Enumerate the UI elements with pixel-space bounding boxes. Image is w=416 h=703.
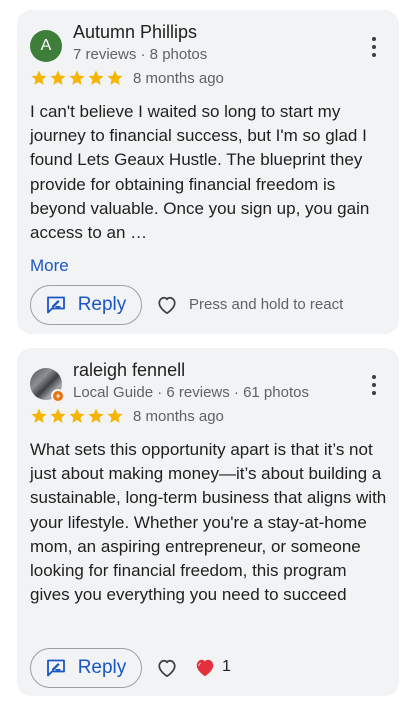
reply-icon [46,659,65,677]
heart-outline-icon[interactable] [156,658,178,678]
reply-button[interactable]: Reply [30,648,142,688]
reviewer-name[interactable]: Autumn Phillips [73,22,197,43]
react-hint: Press and hold to react [189,296,344,313]
more-link[interactable]: More [30,256,69,276]
reply-icon [46,296,65,314]
star-icon [69,70,85,85]
star-icon [31,70,47,85]
reviewer-name[interactable]: raleigh fennell [73,360,185,381]
avatar[interactable]: A [30,30,62,62]
review-time: 8 months ago [133,407,224,425]
star-icon [107,408,123,423]
reply-label: Reply [77,657,127,678]
star-icon [31,408,47,423]
reply-button[interactable]: Reply [30,285,142,325]
review-card: + raleigh fennell Local Guide · 6 review… [17,348,399,696]
avatar-letter: A [40,37,52,54]
reviewer-meta: Local Guide · 6 reviews · 61 photos [73,384,309,401]
star-icon [88,408,104,423]
star-icon [69,408,85,423]
avatar[interactable]: + [30,368,65,403]
star-icon [50,70,66,85]
rating-row: 8 months ago [30,69,224,87]
review-text: What sets this opportunity apart is that… [30,440,387,605]
star-icon [50,408,66,423]
reply-label: Reply [77,294,127,315]
reviewer-meta: 7 reviews · 8 photos [73,46,208,63]
more-options-icon[interactable] [371,375,377,395]
star-icon [107,70,123,85]
review-card: A Autumn Phillips 7 reviews · 8 photos 8… [17,10,399,334]
reaction-count: 1 [222,658,231,675]
review-time: 8 months ago [133,69,224,87]
rating-row: 8 months ago [30,407,224,425]
local-guide-badge-icon: + [51,389,65,403]
star-icon [88,70,104,85]
star-rating [30,407,124,425]
red-heart-reaction-icon[interactable] [194,657,216,678]
heart-outline-icon[interactable] [156,295,178,315]
review-text: I can't believe I waited so long to star… [30,102,370,243]
star-rating [30,69,124,87]
more-options-icon[interactable] [371,37,377,57]
